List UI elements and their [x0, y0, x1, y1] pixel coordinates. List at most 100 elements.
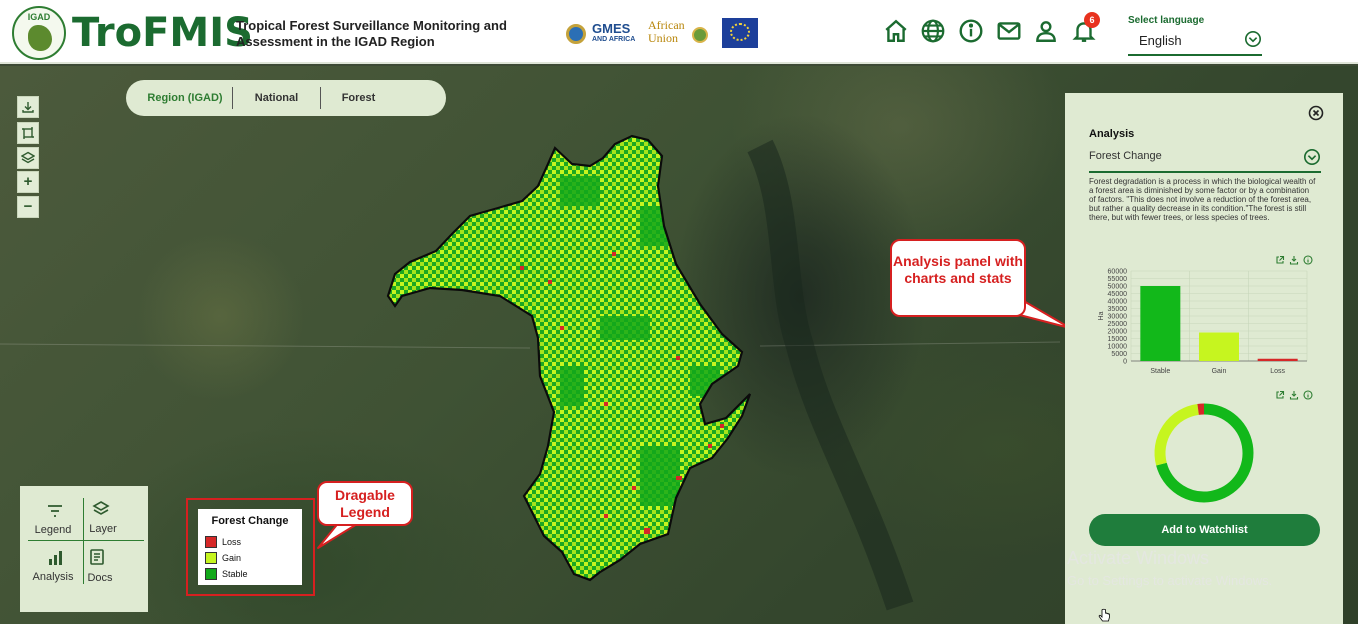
logo-badge-text: IGAD	[27, 12, 51, 22]
bar-stable	[1140, 286, 1181, 361]
globe-icon[interactable]	[920, 18, 946, 44]
y-tick-label: 45000	[1108, 291, 1128, 298]
y-tick-label: 40000	[1108, 299, 1128, 306]
donut-slice-gain	[1154, 403, 1200, 466]
language-label: Select language	[1128, 15, 1205, 26]
gmes-logo-subtext: AND AFRICA	[592, 36, 636, 43]
legend-title: Forest Change	[211, 515, 289, 527]
open-external-icon[interactable]	[1275, 255, 1285, 265]
y-tick-label: 20000	[1108, 329, 1128, 336]
layers-icon	[92, 501, 110, 515]
satellite-map[interactable]: Region (IGAD) National Forest + − Legend…	[0, 66, 1358, 624]
mail-icon[interactable]	[996, 18, 1022, 44]
legend-highlight-frame: Forest Change Loss Gain Stable	[186, 498, 315, 596]
layer-menu-label: Layer	[89, 523, 117, 535]
docs-menu-button[interactable]: Docs	[86, 544, 148, 598]
y-tick-label: 60000	[1108, 269, 1128, 276]
info-icon[interactable]	[958, 18, 984, 44]
gmes-logo: GMES AND AFRICA	[566, 20, 638, 48]
analysis-type-value: Forest Change	[1089, 150, 1162, 162]
scope-tabs: Region (IGAD) National Forest	[126, 80, 446, 116]
zoom-in-button[interactable]: +	[17, 171, 39, 193]
analysis-description: Forest degradation is a process in which…	[1089, 177, 1316, 222]
layers-button[interactable]	[17, 147, 39, 169]
x-tick-label: Stable	[1150, 368, 1170, 375]
y-axis-label: Ha	[1098, 311, 1105, 320]
bar-gain	[1199, 332, 1239, 361]
crop-button[interactable]	[17, 122, 39, 144]
africa-map-icon	[28, 25, 52, 51]
open-external-icon[interactable]	[1275, 390, 1285, 400]
x-tick-label: Loss	[1270, 368, 1285, 375]
app-subtitle: Tropical Forest Surveillance Monitoring …	[236, 18, 507, 49]
activate-windows-title: Activate Windows	[1067, 548, 1210, 568]
bar-loss	[1257, 358, 1298, 361]
activate-windows-subtitle: Go to Settings to activate Windows.	[1067, 573, 1273, 588]
forest-change-bar-chart: 0500010000150002000025000300003500040000…	[1098, 269, 1308, 375]
hand-cursor-icon	[1098, 608, 1110, 622]
info-icon[interactable]	[1303, 255, 1313, 265]
legend-menu-button[interactable]: Legend	[22, 492, 84, 546]
notification-badge: 6	[1084, 12, 1100, 28]
filter-lines-icon	[48, 505, 62, 517]
zoom-in-icon: +	[23, 173, 33, 190]
y-tick-label: 15000	[1108, 336, 1128, 343]
eu-stars-icon	[730, 23, 750, 41]
language-value: English	[1139, 33, 1182, 48]
legend-swatch	[205, 536, 217, 548]
y-tick-label: 50000	[1108, 284, 1128, 291]
info-icon[interactable]	[1303, 390, 1313, 400]
document-icon	[90, 549, 104, 565]
layer-menu-button[interactable]: Layer	[86, 492, 148, 546]
legend-label: Loss	[222, 537, 242, 547]
close-icon[interactable]	[1308, 105, 1324, 121]
african-union-logo: African Union	[648, 19, 710, 49]
download-icon[interactable]	[1289, 255, 1299, 265]
y-tick-label: 25000	[1108, 321, 1128, 328]
analysis-type-select[interactable]: Forest Change	[1089, 145, 1321, 173]
legend-callout: Dragable Legend	[317, 481, 413, 526]
docs-menu-label: Docs	[87, 572, 113, 584]
legend-label: Gain	[222, 553, 242, 563]
eu-flag-logo	[722, 18, 758, 48]
menu-divider	[28, 540, 144, 541]
igad-logo: IGAD	[12, 6, 66, 60]
language-select[interactable]: English	[1128, 28, 1262, 56]
bar-chart-icon	[49, 551, 62, 565]
crop-icon	[22, 127, 34, 139]
tab-region-igad[interactable]: Region (IGAD)	[138, 80, 232, 116]
chevron-down-icon	[1303, 148, 1321, 166]
user-icon[interactable]	[1033, 18, 1059, 44]
y-tick-label: 35000	[1108, 306, 1128, 313]
y-tick-label: 0	[1123, 359, 1127, 366]
au-logo-line1: African	[648, 18, 685, 32]
analysis-menu-button[interactable]: Analysis	[22, 544, 84, 598]
gmes-logo-text: GMES	[592, 21, 631, 36]
home-icon[interactable]	[883, 18, 909, 44]
legend-swatch	[205, 552, 217, 564]
y-tick-label: 5000	[1111, 351, 1127, 358]
draggable-legend[interactable]: Forest Change Loss Gain Stable	[198, 509, 302, 585]
side-menu: Legend Layer Analysis Docs	[20, 486, 148, 612]
download-button[interactable]	[17, 96, 39, 118]
legend-label: Stable	[222, 569, 248, 579]
app-header: IGAD TroFMIS Tropical Forest Surveillanc…	[0, 0, 1358, 64]
au-logo-line2: Union	[648, 31, 678, 45]
tab-forest[interactable]: Forest	[320, 87, 396, 109]
analysis-panel: Analysis Forest Change Forest degradatio…	[1065, 93, 1343, 624]
layers-icon	[21, 151, 35, 164]
donut-chart-tools	[1275, 390, 1327, 402]
chevron-down-icon	[1244, 30, 1262, 48]
download-icon	[22, 102, 34, 113]
analysis-heading: Analysis	[1089, 128, 1135, 140]
y-tick-label: 30000	[1108, 314, 1128, 321]
legend-swatch	[205, 568, 217, 580]
analysis-callout: Analysis panel with charts and stats	[890, 239, 1026, 317]
tab-national[interactable]: National	[232, 87, 320, 109]
y-tick-label: 10000	[1108, 344, 1128, 351]
add-to-watchlist-button[interactable]: Add to Watchlist	[1089, 514, 1320, 546]
download-icon[interactable]	[1289, 390, 1299, 400]
zoom-out-button[interactable]: −	[17, 196, 39, 218]
menu-divider	[83, 498, 84, 584]
forest-change-donut-chart	[1154, 403, 1254, 503]
